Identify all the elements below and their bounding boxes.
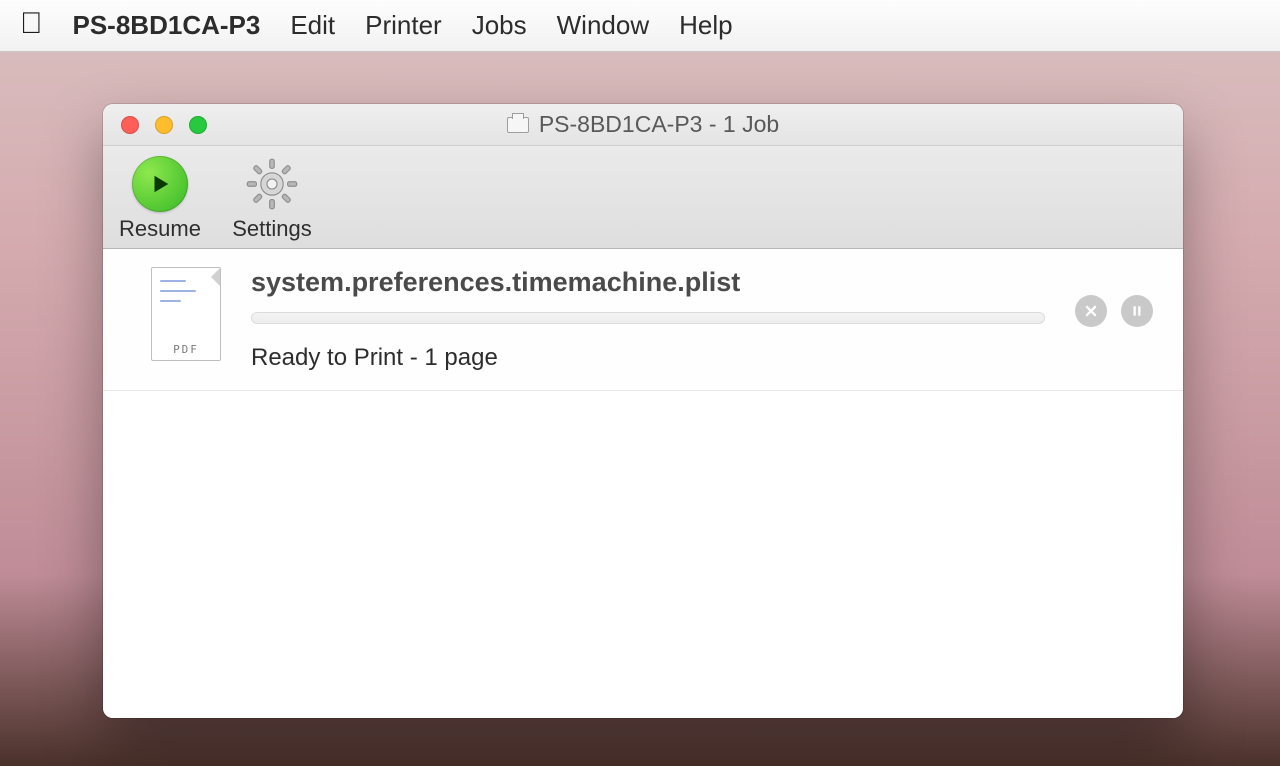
settings-label: Settings xyxy=(232,216,312,242)
gear-icon xyxy=(244,156,300,212)
menu-edit[interactable]: Edit xyxy=(290,10,335,41)
settings-button[interactable]: Settings xyxy=(227,156,317,242)
menu-jobs[interactable]: Jobs xyxy=(472,10,527,41)
fullscreen-button[interactable] xyxy=(189,116,207,134)
apple-menu-icon[interactable]:  xyxy=(20,9,43,39)
job-progress-bar xyxy=(251,312,1045,324)
app-menu[interactable]: PS-8BD1CA-P3 xyxy=(73,10,261,41)
menu-help[interactable]: Help xyxy=(679,10,732,41)
menubar:  PS-8BD1CA-P3 Edit Printer Jobs Window … xyxy=(0,0,1280,52)
pause-job-button[interactable] xyxy=(1121,295,1153,327)
minimize-button[interactable] xyxy=(155,116,173,134)
window-title: PS-8BD1CA-P3 - 1 Job xyxy=(103,111,1183,138)
job-filename: system.preferences.timemachine.plist xyxy=(251,267,1045,298)
job-list: PDF system.preferences.timemachine.plist… xyxy=(103,249,1183,718)
toolbar: Resume xyxy=(103,146,1183,249)
play-icon xyxy=(132,156,188,212)
printer-icon xyxy=(507,117,529,133)
job-thumbnail: PDF xyxy=(151,267,221,361)
window-title-text: PS-8BD1CA-P3 - 1 Job xyxy=(539,111,779,138)
job-thumb-ext: PDF xyxy=(152,343,220,356)
menu-printer[interactable]: Printer xyxy=(365,10,442,41)
titlebar[interactable]: PS-8BD1CA-P3 - 1 Job xyxy=(103,104,1183,146)
resume-label: Resume xyxy=(119,216,201,242)
printer-queue-window: PS-8BD1CA-P3 - 1 Job Resume xyxy=(103,104,1183,718)
job-row[interactable]: PDF system.preferences.timemachine.plist… xyxy=(103,249,1183,391)
cancel-job-button[interactable] xyxy=(1075,295,1107,327)
close-button[interactable] xyxy=(121,116,139,134)
window-controls xyxy=(121,116,207,134)
menu-window[interactable]: Window xyxy=(557,10,649,41)
job-status: Ready to Print - 1 page xyxy=(251,344,1045,372)
resume-button[interactable]: Resume xyxy=(115,156,205,242)
